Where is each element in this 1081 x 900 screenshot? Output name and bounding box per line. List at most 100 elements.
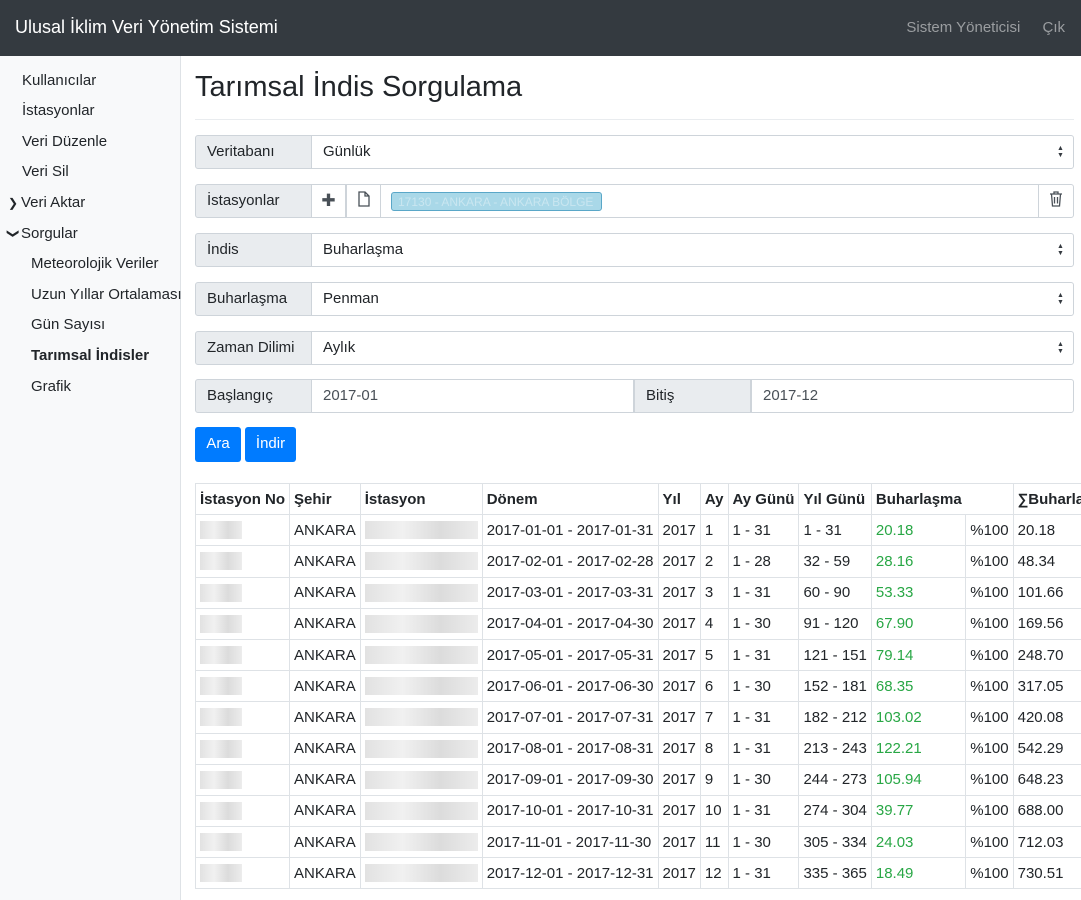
- month-cell: 4: [699, 607, 729, 640]
- table-row: ANKARA 2017-07-01 - 2017-07-31 2017 7 1 - 31…: [194, 701, 1081, 734]
- city-cell: ANKARA: [289, 670, 361, 703]
- sidebar-item-agricultural-indices[interactable]: Tarımsal İndisler: [31, 347, 149, 364]
- percent-cell: %100: [965, 857, 1014, 890]
- evaporation-cell: 39.77: [870, 794, 967, 828]
- col-year-days[interactable]: Yıl Günü: [798, 482, 872, 516]
- period-select[interactable]: Aylık ▲ ▼: [311, 331, 1074, 365]
- month-cell: 12: [699, 857, 729, 890]
- search-button[interactable]: Ara: [195, 427, 241, 462]
- sidebar-item-delete-data[interactable]: Veri Sil: [22, 163, 69, 180]
- station-list-button[interactable]: [346, 184, 381, 218]
- redacted-station-no: [200, 739, 242, 758]
- redacted-station-no: [200, 677, 242, 696]
- sidebar-item-users[interactable]: Kullanıcılar: [22, 72, 96, 89]
- station-no-cell: [194, 732, 291, 765]
- year-cell: 2017: [657, 732, 701, 765]
- station-name-cell: [359, 607, 483, 640]
- period-label: Zaman Dilimi: [195, 331, 312, 365]
- redacted-station-name: [364, 552, 478, 571]
- download-button[interactable]: İndir: [245, 427, 296, 462]
- stations-label: İstasyonlar: [195, 184, 312, 218]
- index-select[interactable]: Buharlaşma ▲ ▼: [311, 233, 1074, 267]
- evaporation-row: Buharlaşma Penman ▲ ▼: [195, 282, 1074, 316]
- select-arrows-icon: ▲ ▼: [1057, 145, 1064, 159]
- cumulative-cell: 169.56: [1012, 607, 1081, 640]
- table-row: ANKARA 2017-06-01 - 2017-06-30 2017 6 1 - 30…: [194, 670, 1081, 703]
- redacted-station-name: [364, 646, 478, 665]
- city-cell: ANKARA: [289, 763, 361, 796]
- database-select[interactable]: Günlük ▲ ▼: [311, 135, 1074, 169]
- index-label: İndis: [195, 233, 312, 267]
- stations-field[interactable]: 17130 - ANKARA - ANKARA BÖLGE: [381, 184, 1039, 218]
- station-no-cell: [194, 514, 291, 547]
- app-title[interactable]: Ulusal İklim Veri Yönetim Sistemi: [15, 17, 278, 38]
- stations-row: İstasyonlar ✚ 17130 - ANKARA - ANKARA BÖ…: [195, 184, 1074, 218]
- period-row: Zaman Dilimi Aylık ▲ ▼: [195, 331, 1074, 365]
- start-date-input[interactable]: 2017-01: [311, 379, 634, 413]
- month-cell: 5: [699, 638, 729, 672]
- month-cell: 6: [699, 670, 729, 703]
- station-no-cell: [194, 857, 291, 890]
- percent-cell: %100: [965, 732, 1014, 765]
- sidebar-item-meteorological-data[interactable]: Meteorolojik Veriler: [31, 255, 159, 272]
- redacted-station-no: [200, 614, 242, 633]
- end-date-input[interactable]: 2017-12: [751, 379, 1074, 413]
- col-city[interactable]: Şehir: [289, 482, 361, 516]
- col-cumulative-evaporation[interactable]: ∑Buharlaşma: [1012, 482, 1081, 516]
- sidebar: Kullanıcılar İstasyonlar Veri Düzenle Ve…: [0, 56, 182, 900]
- station-no-cell: [194, 794, 291, 828]
- period-select-value: Aylık: [323, 339, 356, 356]
- redacted-station-no: [200, 552, 242, 571]
- col-period[interactable]: Dönem: [481, 482, 659, 516]
- table-row: ANKARA 2017-01-01 - 2017-01-31 2017 1 1 - 31…: [194, 514, 1081, 547]
- results-table: İstasyon No Şehir İstasyon Dönem Yıl Ay …: [194, 482, 1081, 890]
- add-station-button[interactable]: ✚: [311, 184, 346, 218]
- year-days-cell: 305 - 334: [798, 826, 872, 859]
- redacted-station-name: [364, 801, 478, 820]
- logout-link[interactable]: Çık: [1043, 19, 1066, 36]
- station-chip[interactable]: 17130 - ANKARA - ANKARA BÖLGE: [391, 192, 602, 211]
- col-station[interactable]: İstasyon: [359, 482, 483, 516]
- station-name-cell: [359, 545, 483, 578]
- clear-stations-button[interactable]: [1038, 184, 1074, 218]
- month-days-cell: 1 - 31: [727, 857, 800, 890]
- table-row: ANKARA 2017-05-01 - 2017-05-31 2017 5 1 - 31…: [194, 638, 1081, 672]
- sidebar-item-stations[interactable]: İstasyonlar: [22, 102, 95, 119]
- sidebar-item-export-data[interactable]: ❯ Veri Aktar: [8, 194, 85, 211]
- col-evaporation[interactable]: Buharlaşma: [870, 482, 966, 516]
- city-cell: ANKARA: [289, 701, 361, 734]
- main-content: Tarımsal İndis Sorgulama Veritabanı Günl…: [181, 56, 1081, 900]
- station-name-cell: [359, 514, 483, 547]
- cumulative-cell: 248.70: [1012, 638, 1081, 672]
- redacted-station-name: [364, 583, 478, 602]
- station-no-cell: [194, 545, 291, 578]
- evaporation-cell: 53.33: [870, 576, 967, 609]
- sidebar-item-edit-data[interactable]: Veri Düzenle: [22, 133, 107, 150]
- evaporation-cell: 67.90: [870, 607, 967, 640]
- col-year[interactable]: Yıl: [657, 482, 701, 516]
- period-cell: 2017-09-01 - 2017-09-30: [481, 763, 659, 796]
- sidebar-item-queries[interactable]: ❯Sorgular: [7, 225, 78, 242]
- sidebar-item-long-term-average[interactable]: Uzun Yıllar Ortalaması: [31, 286, 182, 303]
- sidebar-item-day-count[interactable]: Gün Sayısı: [31, 316, 105, 333]
- cumulative-cell: 712.03: [1012, 826, 1081, 859]
- year-cell: 2017: [657, 857, 701, 890]
- year-cell: 2017: [657, 576, 701, 609]
- col-month-days[interactable]: Ay Günü: [727, 482, 800, 516]
- year-days-cell: 335 - 365: [798, 857, 872, 890]
- evaporation-cell: 20.18: [870, 514, 967, 547]
- evaporation-method-select[interactable]: Penman ▲ ▼: [311, 282, 1074, 316]
- sidebar-item-graph[interactable]: Grafik: [31, 378, 71, 395]
- year-cell: 2017: [657, 670, 701, 703]
- period-cell: 2017-01-01 - 2017-01-31: [481, 514, 659, 547]
- col-month[interactable]: Ay: [699, 482, 729, 516]
- city-cell: ANKARA: [289, 826, 361, 859]
- col-station-no[interactable]: İstasyon No: [194, 482, 291, 516]
- city-cell: ANKARA: [289, 732, 361, 765]
- redacted-station-no: [200, 583, 242, 602]
- city-cell: ANKARA: [289, 857, 361, 890]
- user-link[interactable]: Sistem Yöneticisi: [906, 19, 1020, 36]
- evaporation-cell: 24.03: [870, 826, 967, 859]
- station-no-cell: [194, 701, 291, 734]
- sidebar-item-label: Sorgular: [21, 225, 78, 242]
